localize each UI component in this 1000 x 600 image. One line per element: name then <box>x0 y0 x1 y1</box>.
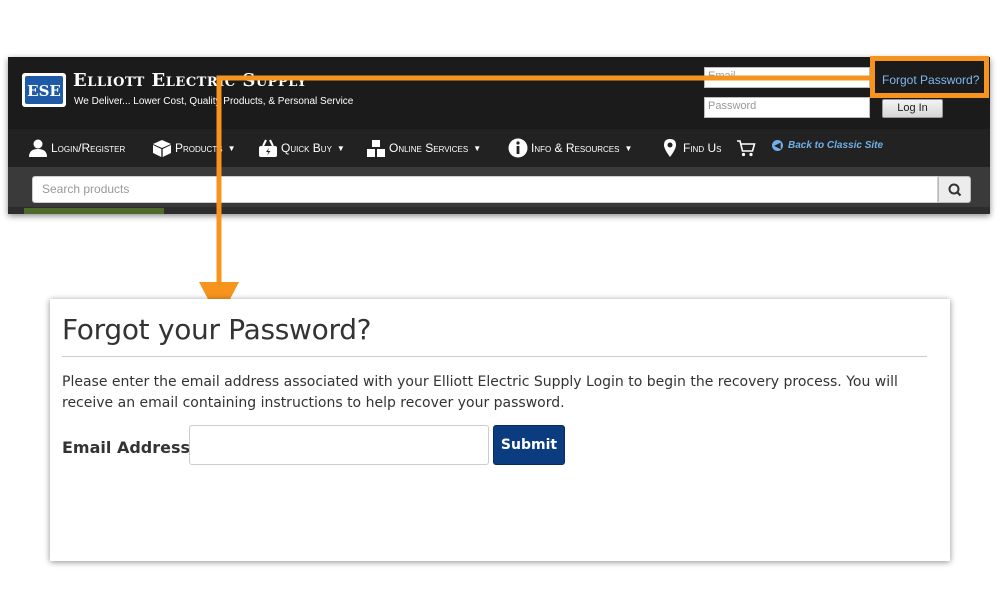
basket-icon <box>259 139 277 157</box>
title-divider <box>62 356 927 357</box>
nav-label: Quick Buy <box>281 141 332 155</box>
chevron-down-icon: ▼ <box>473 143 482 153</box>
submit-button[interactable]: Submit <box>493 425 565 465</box>
tutorial-canvas: ESE Elliott Electric Supply We Deliver..… <box>0 0 1000 600</box>
nav-label: Online Services <box>389 141 469 155</box>
site-header-screenshot: ESE Elliott Electric Supply We Deliver..… <box>8 57 990 214</box>
hero-image-fragment <box>24 208 164 214</box>
nav-label: Find Us <box>683 141 722 155</box>
svg-text:ESE: ESE <box>27 82 61 100</box>
nav-label: Products <box>175 141 223 155</box>
login-button[interactable]: Log In <box>882 99 943 118</box>
nav-find-us[interactable]: Find Us <box>660 137 721 159</box>
header-top-bar: ESE Elliott Electric Supply We Deliver..… <box>8 57 990 129</box>
back-to-classic-link[interactable]: ◀ Back to Classic Site <box>772 140 883 151</box>
forgot-password-panel: Forgot your Password? Please enter the e… <box>50 299 950 561</box>
main-nav: Login/Register Products ▼ Quick Buy ▼ On… <box>8 129 990 167</box>
brand-name: Elliott Electric Supply <box>73 70 307 91</box>
search-icon <box>948 183 962 197</box>
page-title: Forgot your Password? <box>62 313 372 346</box>
nav-products[interactable]: Products ▼ <box>152 137 235 159</box>
chevron-down-icon: ▼ <box>624 143 633 153</box>
nav-label: Info & Resources <box>531 141 620 155</box>
blocks-icon <box>367 140 385 157</box>
info-icon <box>508 138 528 158</box>
chevron-down-icon: ▼ <box>227 143 236 153</box>
cart-icon <box>737 140 756 157</box>
map-pin-icon <box>664 139 676 157</box>
nav-cart[interactable] <box>736 137 759 159</box>
email-address-label: Email Address: <box>62 438 197 457</box>
classic-label: Back to Classic Site <box>788 140 884 151</box>
forgot-password-link[interactable]: Forgot Password? <box>882 73 979 87</box>
nav-label: Login/Register <box>51 141 126 155</box>
password-field[interactable]: Password <box>704 97 870 118</box>
recovery-email-field[interactable] <box>189 425 489 465</box>
box-icon <box>153 140 171 157</box>
email-field[interactable]: Email <box>704 67 870 88</box>
nav-login-register[interactable]: Login/Register <box>28 137 125 159</box>
search-button[interactable] <box>938 176 971 203</box>
nav-quick-buy[interactable]: Quick Buy ▼ <box>258 137 345 159</box>
user-icon <box>29 139 47 157</box>
chevron-down-icon: ▼ <box>336 143 345 153</box>
nav-info-resources[interactable]: Info & Resources ▼ <box>508 137 632 159</box>
arrow-left-icon: ◀ <box>772 140 783 151</box>
search-input[interactable]: Search products <box>32 176 938 203</box>
ese-logo: ESE <box>22 73 66 107</box>
nav-online-services[interactable]: Online Services ▼ <box>366 137 481 159</box>
brand-tagline: We Deliver... Lower Cost, Quality Produc… <box>74 96 354 107</box>
instructions-text: Please enter the email address associate… <box>62 374 898 411</box>
